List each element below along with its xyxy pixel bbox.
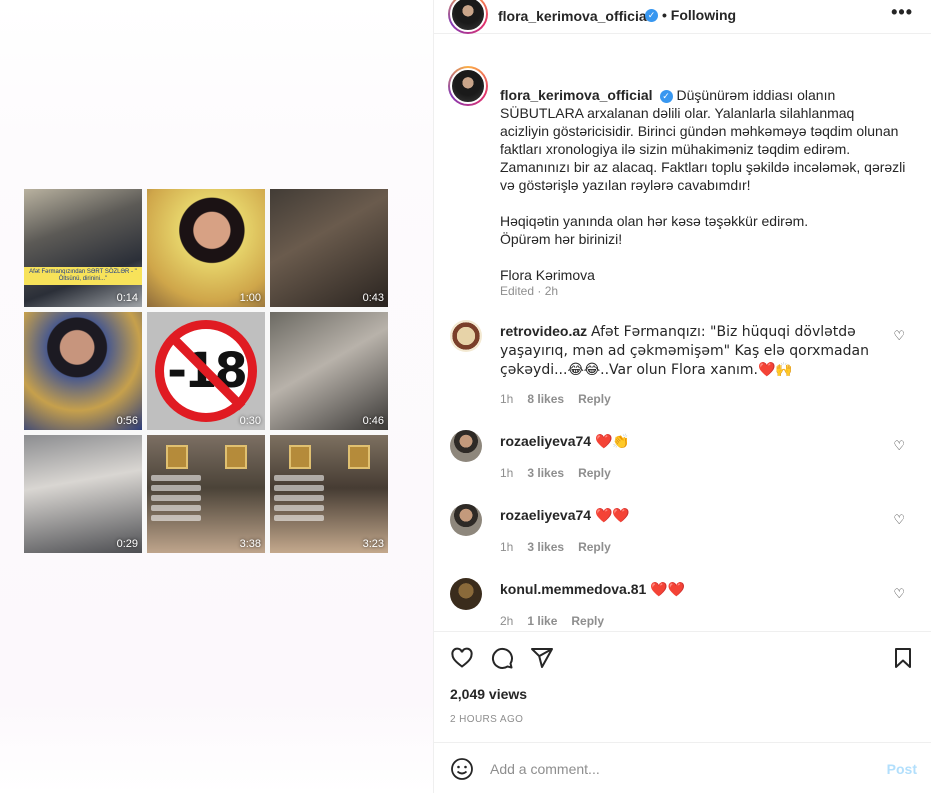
commenter-avatar[interactable] <box>450 578 482 610</box>
decor <box>270 445 388 469</box>
heart-icon[interactable] <box>450 646 474 670</box>
tile-duration: 0:56 <box>116 415 138 427</box>
comment-likes[interactable]: 8 likes <box>527 392 564 406</box>
reply-button[interactable]: Reply <box>571 614 604 628</box>
caption-username[interactable]: flora_kerimova_official <box>500 87 653 103</box>
collage-tile: 3:38 <box>147 435 265 553</box>
live-chat <box>274 475 324 525</box>
comment-time: 1h <box>500 466 514 480</box>
collage-tile: 0:29 <box>24 435 142 553</box>
comment-text: ❤️❤️ <box>594 508 630 524</box>
comment-like-heart-icon[interactable]: ♡ <box>893 438 905 454</box>
commenter-avatar[interactable] <box>450 320 482 352</box>
comment-meta: 1h 3 likes Reply <box>500 540 611 554</box>
comment-body: rozaeliyeva74 ❤️❤️ <box>500 506 883 525</box>
caption-avatar[interactable] <box>448 66 488 106</box>
tile-duration: 0:29 <box>116 538 138 550</box>
bookmark-icon[interactable] <box>891 646 915 670</box>
caption-text: Düşünürəm iddiası olanın SÜBUTLARA arxal… <box>500 87 906 283</box>
action-bar <box>448 642 917 676</box>
post-sidebar: flora_kerimova_official ✓ • Following ••… <box>434 0 931 793</box>
post-media[interactable]: Afət Fərmanqızından SƏRT SÖZLƏR - " Ölts… <box>0 0 434 793</box>
live-chat <box>151 475 201 525</box>
comment-item: rozaeliyeva74 ❤️❤️ ♡ 1h 3 likes Reply <box>448 504 917 564</box>
reply-button[interactable]: Reply <box>578 540 611 554</box>
post-modal: Afət Fərmanqızından SƏRT SÖZLƏR - " Ölts… <box>0 0 931 793</box>
comment-time: 2h <box>500 614 514 628</box>
tile-duration: 0:43 <box>362 292 384 304</box>
collage-tile: 1:00 <box>147 189 265 307</box>
comment-item: retrovideo.az Afət Fərmanqızı: "Biz hüqu… <box>448 320 917 410</box>
comment-username[interactable]: retrovideo.az <box>500 323 587 339</box>
reply-button[interactable]: Reply <box>578 392 611 406</box>
caption-edited: Edited · 2h <box>500 284 559 298</box>
comments-scroll[interactable]: flora_kerimova_official ✓ Düşünürəm iddias… <box>434 50 931 632</box>
comment-username[interactable]: rozaeliyeva74 <box>500 433 591 449</box>
decor <box>147 445 265 469</box>
tile-duration: 0:30 <box>239 415 261 427</box>
comment-like-heart-icon[interactable]: ♡ <box>893 586 905 602</box>
comment-meta: 2h 1 like Reply <box>500 614 604 628</box>
comment-item: rozaeliyeva74 ❤️👏 ♡ 1h 3 likes Reply <box>448 430 917 490</box>
tile-duration: 1:00 <box>239 292 261 304</box>
comment-username[interactable]: konul.memmedova.81 <box>500 581 646 597</box>
post-header: flora_kerimova_official ✓ • Following ••… <box>434 0 931 34</box>
author-avatar[interactable] <box>448 0 488 34</box>
add-comment-bar: Add a comment... Post <box>434 742 931 793</box>
comment-text: ❤️👏 <box>594 434 630 450</box>
share-icon[interactable] <box>530 646 554 670</box>
verified-icon: ✓ <box>659 89 673 103</box>
tile-duration: 0:14 <box>116 292 138 304</box>
comment-body: rozaeliyeva74 ❤️👏 <box>500 432 883 451</box>
post-timestamp: 2 HOURS AGO <box>450 714 524 725</box>
comment-body: konul.memmedova.81 ❤️❤️ <box>500 580 883 599</box>
collage-tile: Afət Fərmanqızından SƏRT SÖZLƏR - " Ölts… <box>24 189 142 307</box>
comment-meta: 1h 8 likes Reply <box>500 392 611 406</box>
caption: flora_kerimova_official ✓ Düşünürəm iddias… <box>448 66 917 306</box>
caption-body: flora_kerimova_official ✓ Düşünürəm iddias… <box>500 86 907 284</box>
video-collage: Afət Fərmanqızından SƏRT SÖZLƏR - " Ölts… <box>24 189 388 553</box>
tile-duration: 3:38 <box>239 538 261 550</box>
comment-likes[interactable]: 3 likes <box>527 466 564 480</box>
tile-overlay-text: Afət Fərmanqızından SƏRT SÖZLƏR - " Ölts… <box>24 267 142 285</box>
comment-username[interactable]: rozaeliyeva74 <box>500 507 591 523</box>
tile-duration: 3:23 <box>362 538 384 550</box>
commenter-avatar[interactable] <box>450 430 482 462</box>
age-restriction-sign: -18 <box>155 320 257 422</box>
comment-input[interactable]: Add a comment... <box>490 761 600 777</box>
commenter-avatar[interactable] <box>450 504 482 536</box>
view-count[interactable]: 2,049 views <box>450 686 527 702</box>
comment-likes[interactable]: 1 like <box>527 614 557 628</box>
comment-time: 1h <box>500 540 514 554</box>
comment-like-heart-icon[interactable]: ♡ <box>893 512 905 528</box>
reply-button[interactable]: Reply <box>578 466 611 480</box>
comment-text: ❤️❤️ <box>650 582 686 598</box>
author-username[interactable]: flora_kerimova_official <box>498 8 651 24</box>
collage-tile: 0:43 <box>270 189 388 307</box>
comment-time: 1h <box>500 392 514 406</box>
post-comment-button[interactable]: Post <box>887 761 917 777</box>
comment-meta: 1h 3 likes Reply <box>500 466 611 480</box>
follow-status[interactable]: • Following <box>662 7 736 23</box>
collage-tile: -18 0:30 <box>147 312 265 430</box>
more-icon[interactable]: ••• <box>891 2 913 23</box>
comment-item: konul.memmedova.81 ❤️❤️ ♡ 2h 1 like Reply <box>448 578 917 631</box>
comment-like-heart-icon[interactable]: ♡ <box>893 328 905 344</box>
emoji-icon[interactable] <box>450 757 474 781</box>
collage-tile: 0:46 <box>270 312 388 430</box>
comment-body: retrovideo.az Afət Fərmanqızı: "Biz hüqu… <box>500 322 883 379</box>
tile-duration: 0:46 <box>362 415 384 427</box>
collage-tile: 0:56 <box>24 312 142 430</box>
verified-icon: ✓ <box>645 9 658 22</box>
comment-likes[interactable]: 3 likes <box>527 540 564 554</box>
collage-tile: 3:23 <box>270 435 388 553</box>
comment-icon[interactable] <box>490 646 514 670</box>
